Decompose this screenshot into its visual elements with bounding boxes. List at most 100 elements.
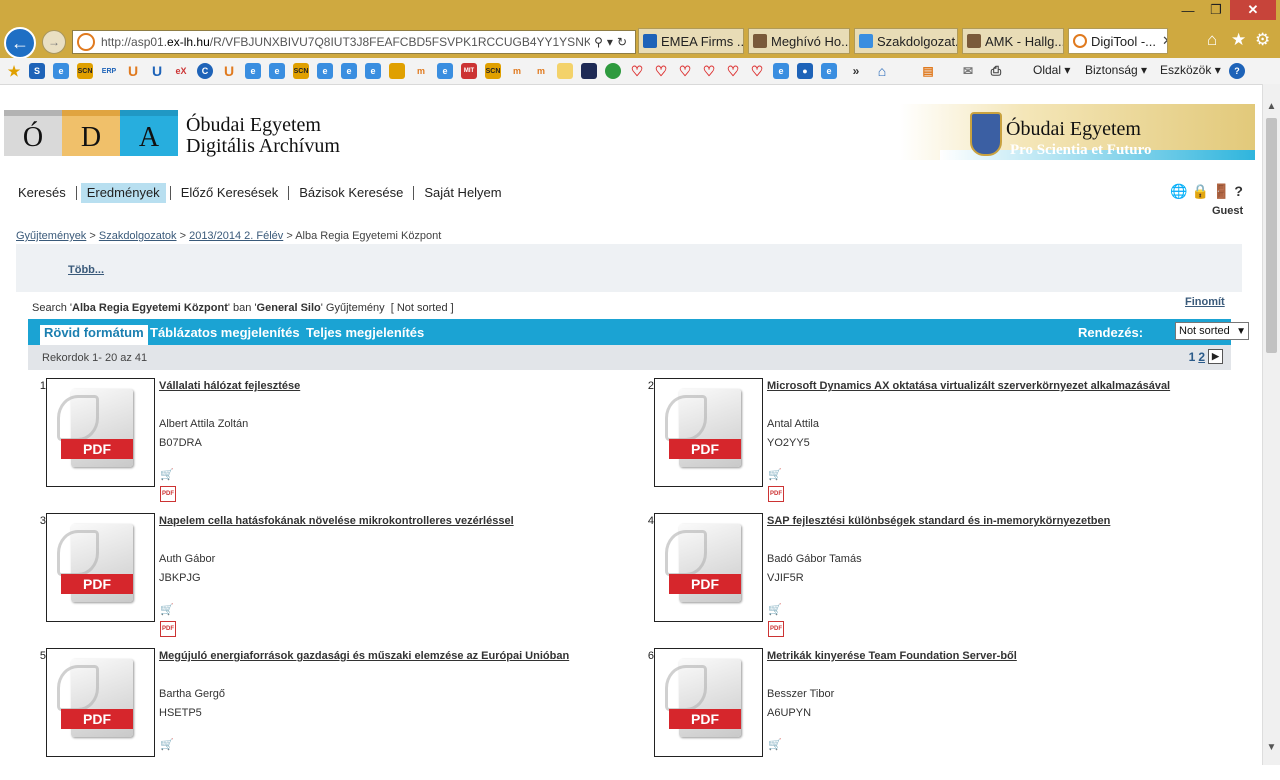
vertical-scrollbar[interactable]: ▲ ▼ bbox=[1262, 84, 1280, 765]
record-title[interactable]: Microsoft Dynamics AX oktatása virtualiz… bbox=[767, 380, 1170, 392]
restore-icon[interactable]: ❐ bbox=[1202, 0, 1230, 20]
pdf-thumbnail[interactable]: PDF bbox=[654, 378, 763, 487]
ie-page-icon[interactable]: e bbox=[245, 63, 261, 79]
nav-kereses[interactable]: Keresés bbox=[18, 183, 72, 203]
print-icon[interactable]: ⎙ bbox=[988, 63, 1004, 79]
tab-digitool[interactable]: DigiTool -... ✕ bbox=[1068, 28, 1168, 54]
mn-icon[interactable]: m bbox=[413, 63, 429, 79]
tab-szakdolgozat[interactable]: Szakdolgozat... bbox=[854, 28, 958, 54]
sap-icon[interactable]: S bbox=[29, 63, 45, 79]
c-icon[interactable]: C bbox=[197, 63, 213, 79]
pdf-thumbnail[interactable]: PDF bbox=[654, 513, 763, 622]
scn-icon[interactable]: SCN bbox=[77, 63, 93, 79]
apple-icon[interactable]: ♡ bbox=[749, 63, 765, 79]
apple-icon[interactable]: ♡ bbox=[629, 63, 645, 79]
menu-oldal[interactable]: Oldal ▾ bbox=[1033, 63, 1070, 77]
scroll-thumb[interactable] bbox=[1266, 118, 1277, 353]
back-button[interactable]: ← bbox=[4, 27, 36, 59]
pdf-thumbnail[interactable]: PDF bbox=[46, 513, 155, 622]
record-title[interactable]: Metrikák kinyerése Team Foundation Serve… bbox=[767, 650, 1017, 662]
apple-icon[interactable]: ♡ bbox=[725, 63, 741, 79]
mit-icon[interactable]: MIT bbox=[461, 63, 477, 79]
more-favorites-icon[interactable]: » bbox=[848, 63, 864, 79]
help-icon[interactable]: ? bbox=[1234, 183, 1243, 200]
nav-sajat-helyem[interactable]: Saját Helyem bbox=[418, 183, 507, 203]
rss-icon[interactable]: ▤ bbox=[920, 63, 936, 79]
paw-icon[interactable]: ● bbox=[797, 63, 813, 79]
scn-icon[interactable]: SCN bbox=[485, 63, 501, 79]
ex-icon[interactable]: eX bbox=[173, 63, 189, 79]
exit-door-icon[interactable]: 🚪 bbox=[1213, 183, 1230, 200]
home-icon[interactable]: ⌂ bbox=[1207, 30, 1217, 50]
cart-icon[interactable]: 🛒 bbox=[768, 468, 782, 481]
tab-rovid-formatum[interactable]: Rövid formátum bbox=[40, 325, 148, 345]
cart-icon[interactable]: 🛒 bbox=[768, 738, 782, 751]
close-tab-icon[interactable]: ✕ bbox=[1162, 33, 1167, 49]
mn-icon[interactable]: m bbox=[533, 63, 549, 79]
oda-logo[interactable]: Ó D A bbox=[4, 110, 178, 156]
home-icon[interactable]: ⌂ bbox=[874, 63, 890, 79]
record-title[interactable]: Napelem cella hatásfokának növelése mikr… bbox=[159, 515, 514, 527]
pdf-icon[interactable]: PDF bbox=[160, 621, 176, 637]
pdf-thumbnail[interactable]: PDF bbox=[654, 648, 763, 757]
more-link[interactable]: Több... bbox=[68, 264, 104, 276]
help-icon[interactable]: ? bbox=[1229, 63, 1245, 79]
apple-icon[interactable]: ♡ bbox=[701, 63, 717, 79]
settings-gear-icon[interactable]: ⚙ bbox=[1255, 30, 1270, 50]
tab-tablazatos[interactable]: Táblázatos megjelenítés bbox=[150, 325, 300, 340]
page-1[interactable]: 1 bbox=[1189, 350, 1196, 364]
record-title[interactable]: Vállalati hálózat fejlesztése bbox=[159, 380, 300, 392]
pdf-thumbnail[interactable]: PDF bbox=[46, 648, 155, 757]
ie-page-icon[interactable]: e bbox=[53, 63, 69, 79]
ie-page-icon[interactable]: e bbox=[773, 63, 789, 79]
tab-emea[interactable]: EMEA Firms ... bbox=[638, 28, 744, 54]
cart-icon[interactable]: 🛒 bbox=[160, 468, 174, 481]
erp-icon[interactable]: ERP bbox=[101, 63, 117, 79]
ie-page-icon[interactable]: e bbox=[269, 63, 285, 79]
minimize-icon[interactable]: — bbox=[1174, 0, 1202, 20]
breadcrumb-felev[interactable]: 2013/2014 2. Félév bbox=[189, 230, 283, 242]
cart-icon[interactable]: 🛒 bbox=[768, 603, 782, 616]
breadcrumb-gyujtemenyek[interactable]: Gyűjtemények bbox=[16, 230, 86, 242]
nav-elozo-keresesek[interactable]: Előző Keresések bbox=[175, 183, 285, 203]
globe-icon[interactable]: 🌐 bbox=[1170, 183, 1187, 200]
cart-icon[interactable]: 🛒 bbox=[160, 738, 174, 751]
nav-eredmenyek[interactable]: Eredmények bbox=[80, 183, 166, 203]
refine-link[interactable]: Finomít bbox=[1185, 296, 1225, 308]
breadcrumb-szakdolgozatok[interactable]: Szakdolgozatok bbox=[99, 230, 177, 242]
doc-icon[interactable] bbox=[557, 63, 573, 79]
page-2[interactable]: 2 bbox=[1198, 350, 1205, 364]
ie-page-icon[interactable]: e bbox=[317, 63, 333, 79]
address-tools-icon[interactable]: ⚲▾↻ bbox=[590, 35, 635, 49]
sort-select[interactable]: Not sorted ▼ bbox=[1175, 322, 1249, 340]
menu-eszkozok[interactable]: Eszközök ▾ bbox=[1160, 63, 1221, 77]
menu-biztonsag[interactable]: Biztonság ▾ bbox=[1085, 63, 1147, 77]
pdf-icon[interactable]: PDF bbox=[768, 621, 784, 637]
apple-icon[interactable]: ♡ bbox=[677, 63, 693, 79]
favorites-star-icon[interactable]: ★ bbox=[1231, 30, 1246, 50]
close-window-icon[interactable]: ✕ bbox=[1230, 0, 1276, 20]
scroll-up-icon[interactable]: ▲ bbox=[1263, 98, 1280, 115]
box-icon[interactable] bbox=[389, 63, 405, 79]
record-title[interactable]: SAP fejlesztési különbségek standard és … bbox=[767, 515, 1110, 527]
globe-icon[interactable] bbox=[605, 63, 621, 79]
address-bar[interactable]: http://asp01.ex-lh.hu/R/VFBJUNXBIVU7Q8IU… bbox=[72, 30, 636, 54]
tab-meghivo[interactable]: Meghívó Ho... bbox=[748, 28, 850, 54]
apple-icon[interactable]: ♡ bbox=[653, 63, 669, 79]
lock-icon[interactable]: 🔒 bbox=[1191, 183, 1208, 200]
nav-bazisok-keresese[interactable]: Bázisok Keresése bbox=[293, 183, 409, 203]
add-favorite-star-icon[interactable]: ★ bbox=[6, 63, 22, 79]
u-blue-icon[interactable]: U bbox=[149, 63, 165, 79]
ie-page-icon[interactable]: e bbox=[341, 63, 357, 79]
pdf-icon[interactable]: PDF bbox=[160, 486, 176, 502]
next-page-icon[interactable]: ▶ bbox=[1208, 349, 1223, 364]
scroll-down-icon[interactable]: ▼ bbox=[1263, 739, 1280, 756]
tab-amk[interactable]: AMK - Hallg... bbox=[962, 28, 1064, 54]
cart-icon[interactable]: 🛒 bbox=[160, 603, 174, 616]
ie-page-icon[interactable]: e bbox=[437, 63, 453, 79]
pdf-icon[interactable]: PDF bbox=[768, 486, 784, 502]
dark-square-icon[interactable] bbox=[581, 63, 597, 79]
u-orange-icon[interactable]: U bbox=[221, 63, 237, 79]
pdf-thumbnail[interactable]: PDF bbox=[46, 378, 155, 487]
ie-page-icon[interactable]: e bbox=[365, 63, 381, 79]
